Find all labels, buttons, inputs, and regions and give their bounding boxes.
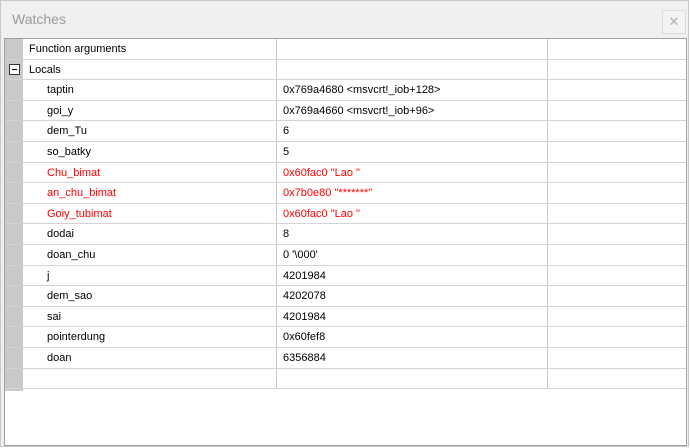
watch-row[interactable] <box>5 368 686 390</box>
watch-name[interactable]: pointerdung <box>23 327 277 347</box>
watch-row[interactable]: so_batky 5 <box>5 141 686 163</box>
watch-row[interactable]: taptin 0x769a4680 <msvcrt!_iob+128> <box>5 80 686 101</box>
watch-value[interactable] <box>277 368 548 389</box>
watch-value[interactable]: 0x769a4660 <msvcrt!_iob+96> <box>277 100 548 121</box>
watch-value[interactable]: 4202078 <box>277 286 548 306</box>
watch-row[interactable]: dem_sao 4202078 <box>5 286 686 307</box>
watch-row[interactable]: sai 4201984 <box>5 306 686 328</box>
watch-name[interactable]: an_chu_bimat <box>23 183 277 203</box>
watch-name[interactable]: sai <box>23 306 277 327</box>
watch-value[interactable]: 0x60fac0 "Lao " <box>277 203 548 224</box>
watch-name[interactable] <box>23 368 277 389</box>
watch-name[interactable]: Goiy_tubimat <box>23 203 277 224</box>
watch-row[interactable]: Goiy_tubimat 0x60fac0 "Lao " <box>5 203 686 225</box>
watch-value[interactable]: 0x7b0e80 "*******" <box>277 183 548 203</box>
watch-value[interactable]: 4201984 <box>277 306 548 327</box>
watch-value[interactable] <box>277 59 548 80</box>
watches-grid: Function arguments Locals taptin 0x769a4680… <box>5 39 686 390</box>
watch-row[interactable]: pointerdung 0x60fef8 <box>5 327 686 348</box>
watch-row[interactable]: Chu_bimat 0x60fac0 "Lao " <box>5 162 686 184</box>
window-title: Watches <box>12 11 66 27</box>
watch-extra-cell <box>548 142 686 162</box>
title-bar: Watches ✕ <box>1 1 688 37</box>
watch-row[interactable]: goi_y 0x769a4660 <msvcrt!_iob+96> <box>5 100 686 122</box>
watch-name[interactable]: doan <box>23 347 277 368</box>
watch-name[interactable]: doan_chu <box>23 244 277 265</box>
watch-name[interactable]: dem_Tu <box>23 121 277 141</box>
watch-extra-cell <box>548 80 686 100</box>
watch-row[interactable]: Locals <box>5 59 686 81</box>
watch-extra-cell <box>548 245 686 265</box>
watch-name[interactable]: Function arguments <box>23 39 277 59</box>
watch-name[interactable]: j <box>23 265 277 286</box>
watch-row[interactable]: dodai 8 <box>5 224 686 245</box>
watch-extra-cell <box>548 224 686 244</box>
watch-value[interactable]: 6 <box>277 121 548 141</box>
watch-value[interactable]: 0x769a4680 <msvcrt!_iob+128> <box>277 80 548 100</box>
watch-extra-cell <box>548 369 686 389</box>
watch-name[interactable]: goi_y <box>23 100 277 121</box>
watch-row[interactable]: doan_chu 0 '\000' <box>5 244 686 266</box>
close-icon: ✕ <box>668 14 680 29</box>
watch-extra-cell <box>548 183 686 203</box>
watch-extra-cell <box>548 39 686 59</box>
watch-extra-cell <box>548 286 686 306</box>
watch-extra-cell <box>548 327 686 347</box>
watch-name[interactable]: dodai <box>23 224 277 244</box>
watch-value[interactable]: 0x60fef8 <box>277 327 548 347</box>
watches-window: Watches ✕ Function arguments Locals taptin… <box>0 0 689 447</box>
watch-value[interactable]: 0 '\000' <box>277 244 548 265</box>
watch-extra-cell <box>548 163 686 183</box>
watch-value[interactable]: 4201984 <box>277 265 548 286</box>
watch-row[interactable]: j 4201984 <box>5 265 686 287</box>
watch-extra-cell <box>548 60 686 80</box>
minus-icon[interactable] <box>9 63 20 75</box>
watch-extra-cell <box>548 266 686 286</box>
watch-value[interactable]: 5 <box>277 141 548 162</box>
watch-row[interactable]: dem_Tu 6 <box>5 121 686 142</box>
watch-row[interactable]: doan 6356884 <box>5 347 686 369</box>
watches-grid-panel: Function arguments Locals taptin 0x769a4680… <box>4 38 687 446</box>
watch-value[interactable]: 6356884 <box>277 347 548 368</box>
watch-name[interactable]: dem_sao <box>23 286 277 306</box>
watch-extra-cell <box>548 101 686 121</box>
watch-extra-cell <box>548 204 686 224</box>
watch-name[interactable]: Chu_bimat <box>23 162 277 183</box>
watch-name[interactable]: so_batky <box>23 141 277 162</box>
watch-value[interactable] <box>277 39 548 59</box>
watch-value[interactable]: 0x60fac0 "Lao " <box>277 162 548 183</box>
watch-extra-cell <box>548 121 686 141</box>
watch-row[interactable]: an_chu_bimat 0x7b0e80 "*******" <box>5 183 686 204</box>
watch-row[interactable]: Function arguments <box>5 39 686 60</box>
watch-extra-cell <box>548 348 686 368</box>
watch-name[interactable]: Locals <box>23 59 277 80</box>
watch-name[interactable]: taptin <box>23 80 277 100</box>
watch-extra-cell <box>548 307 686 327</box>
watch-value[interactable]: 8 <box>277 224 548 244</box>
close-button[interactable]: ✕ <box>662 10 686 34</box>
